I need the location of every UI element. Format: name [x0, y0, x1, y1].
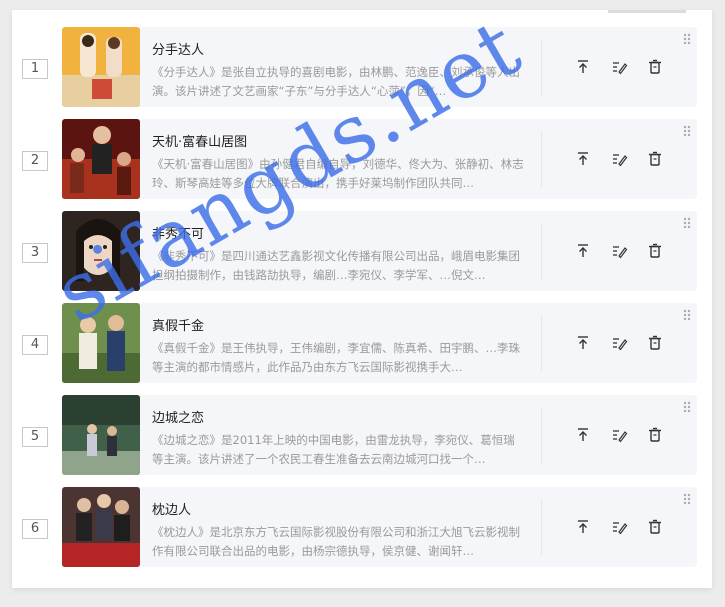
delete-icon[interactable] — [646, 242, 664, 260]
delete-icon[interactable] — [646, 334, 664, 352]
poster-image[interactable] — [62, 27, 140, 107]
movie-card[interactable]: 真假千金 《真假千金》是王伟执导，王伟编剧，李宜儒、陈真希、田宇鹏、…李珠等主演… — [62, 303, 697, 383]
divider — [541, 315, 542, 371]
move-to-top-icon[interactable] — [574, 426, 592, 444]
top-tab-indicator — [608, 10, 686, 13]
divider — [541, 39, 542, 95]
drag-handle-icon[interactable] — [682, 401, 692, 413]
drag-handle-icon[interactable] — [682, 309, 692, 321]
move-to-top-icon[interactable] — [574, 150, 592, 168]
edit-icon[interactable] — [610, 150, 628, 168]
movie-title[interactable]: 枕边人 — [152, 499, 191, 518]
movie-card[interactable]: 边城之恋 《边城之恋》是2011年上映的中国电影，由雷龙执导，李宛仪、葛恒瑞等主… — [62, 395, 697, 475]
index-badge: 1 — [22, 59, 48, 79]
list-item: 5 边城之恋 《边城之恋》是2011年上映的中国电影，由雷龙执导，李宛仪、葛恒瑞… — [22, 395, 697, 475]
movie-description: 《真假千金》是王伟执导，王伟编剧，李宜儒、陈真希、田宇鹏、…李珠等主演的都市情感… — [152, 341, 520, 374]
drag-handle-icon[interactable] — [682, 493, 692, 505]
list-item: 6 枕边人 《枕边人》是北京东方飞云国际影视股份有限公司和浙江大旭飞云影视制作有… — [22, 487, 697, 567]
poster-image[interactable] — [62, 487, 140, 567]
edit-icon[interactable] — [610, 334, 628, 352]
drag-handle-icon[interactable] — [682, 217, 692, 229]
movie-card[interactable]: 分手达人 《分手达人》是张自立执导的喜剧电影，由林鹏、范逸臣、刘承俊等人出演。该… — [62, 27, 697, 107]
move-to-top-icon[interactable] — [574, 334, 592, 352]
drag-handle-icon[interactable] — [682, 125, 692, 137]
edit-icon[interactable] — [610, 426, 628, 444]
movie-description: 《天机·富春山居图》由孙健君自编自导，刘德华、佟大为、张静初、林志玲、斯琴高娃等… — [152, 157, 524, 190]
index-badge: 4 — [22, 335, 48, 355]
index-badge: 5 — [22, 427, 48, 447]
movie-card[interactable]: 非秀不可 《非秀不可》是四川通达艺鑫影视文化传播有限公司出品，峨眉电影集团担纲拍… — [62, 211, 697, 291]
movie-card[interactable]: 天机·富春山居图 《天机·富春山居图》由孙健君自编自导，刘德华、佟大为、张静初、… — [62, 119, 697, 199]
index-badge: 2 — [22, 151, 48, 171]
edit-icon[interactable] — [610, 518, 628, 536]
movie-description: 《非秀不可》是四川通达艺鑫影视文化传播有限公司出品，峨眉电影集团担纲拍摄制作，由… — [152, 249, 520, 282]
edit-icon[interactable] — [610, 58, 628, 76]
movie-card[interactable]: 枕边人 《枕边人》是北京东方飞云国际影视股份有限公司和浙江大旭飞云影视制作有限公… — [62, 487, 697, 567]
move-to-top-icon[interactable] — [574, 58, 592, 76]
movie-title[interactable]: 边城之恋 — [152, 407, 204, 426]
movie-description: 《边城之恋》是2011年上映的中国电影，由雷龙执导，李宛仪、葛恒瑞等主演。该片讲… — [152, 433, 515, 466]
delete-icon[interactable] — [646, 150, 664, 168]
poster-image[interactable] — [62, 119, 140, 199]
list-item: 1 分手达人 《分手达人》是张自立执导的喜剧电影，由林鹏、范逸臣、刘承俊等人出演… — [22, 27, 697, 107]
index-badge: 6 — [22, 519, 48, 539]
delete-icon[interactable] — [646, 518, 664, 536]
drag-handle-icon[interactable] — [682, 33, 692, 45]
movie-description: 《分手达人》是张自立执导的喜剧电影，由林鹏、范逸臣、刘承俊等人出演。该片讲述了文… — [152, 65, 520, 98]
movie-title[interactable]: 真假千金 — [152, 315, 204, 334]
movie-description: 《枕边人》是北京东方飞云国际影视股份有限公司和浙江大旭飞云影视制作有限公司联合出… — [152, 525, 520, 558]
poster-image[interactable] — [62, 211, 140, 291]
movie-title[interactable]: 分手达人 — [152, 39, 204, 58]
move-to-top-icon[interactable] — [574, 242, 592, 260]
divider — [541, 407, 542, 463]
divider — [541, 499, 542, 555]
edit-icon[interactable] — [610, 242, 628, 260]
divider — [541, 223, 542, 279]
index-badge: 3 — [22, 243, 48, 263]
movie-title[interactable]: 天机·富春山居图 — [152, 131, 247, 150]
movie-title[interactable]: 非秀不可 — [152, 223, 204, 242]
list-item: 2 天机·富春山居图 《天机·富春山居图》由孙健君自编自导，刘德华、佟大为、张静… — [22, 119, 697, 199]
poster-image[interactable] — [62, 395, 140, 475]
delete-icon[interactable] — [646, 58, 664, 76]
list-item: 4 真假千金 《真假千金》是王伟执导，王伟编剧，李宜儒、陈真希、田宇鹏、…李珠等… — [22, 303, 697, 383]
list-item: 3 非秀不可 《非秀不可》是四川通达艺鑫影视文化传播有限公司出品，峨眉电影集团担… — [22, 211, 697, 291]
delete-icon[interactable] — [646, 426, 664, 444]
divider — [541, 131, 542, 187]
poster-image[interactable] — [62, 303, 140, 383]
move-to-top-icon[interactable] — [574, 518, 592, 536]
